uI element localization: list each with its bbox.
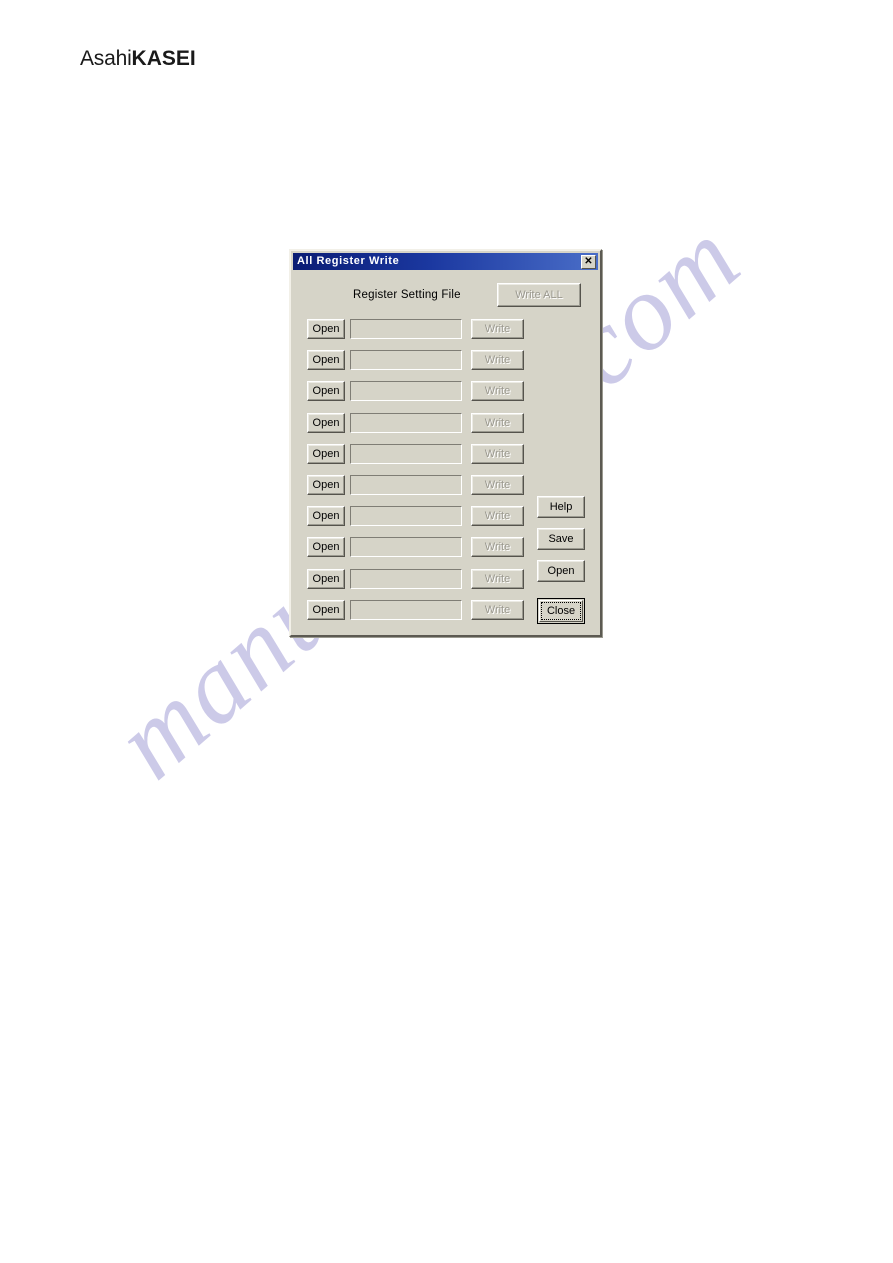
logo-text-light: Asahi: [80, 47, 132, 70]
row-6-write-button: Write: [471, 475, 524, 495]
row-7-open-button[interactable]: Open: [307, 506, 345, 526]
row-4-write-button: Write: [471, 413, 524, 433]
row-9-open-button[interactable]: Open: [307, 569, 345, 589]
row-8-write-button: Write: [471, 537, 524, 557]
help-button[interactable]: Help: [537, 496, 585, 518]
dialog-title: All Register Write: [297, 255, 400, 267]
row-2-open-button[interactable]: Open: [307, 350, 345, 370]
close-icon: ✕: [584, 255, 593, 267]
row-1-file-path-input[interactable]: [350, 319, 462, 339]
row-9-file-path-input[interactable]: [350, 569, 462, 589]
row-1-write-button: Write: [471, 319, 524, 339]
row-5-file-path-input[interactable]: [350, 444, 462, 464]
row-2-file-path-input[interactable]: [350, 350, 462, 370]
row-4-open-button[interactable]: Open: [307, 413, 345, 433]
save-button[interactable]: Save: [537, 528, 585, 550]
row-4-file-path-input[interactable]: [350, 413, 462, 433]
row-3-open-button[interactable]: Open: [307, 381, 345, 401]
open-button[interactable]: Open: [537, 560, 585, 582]
close-window-button[interactable]: ✕: [581, 254, 596, 269]
row-3-write-button: Write: [471, 381, 524, 401]
row-6-open-button[interactable]: Open: [307, 475, 345, 495]
logo-text-bold: KASEI: [131, 47, 196, 70]
row-8-open-button[interactable]: Open: [307, 537, 345, 557]
close-button-label: Close: [546, 605, 576, 617]
row-7-file-path-input[interactable]: [350, 506, 462, 526]
row-1-open-button[interactable]: Open: [307, 319, 345, 339]
row-10-write-button: Write: [471, 600, 524, 620]
dialog-titlebar[interactable]: All Register Write ✕: [293, 253, 598, 270]
row-10-open-button[interactable]: Open: [307, 600, 345, 620]
asahi-kasei-logo: AsahiKASEI: [80, 47, 196, 71]
row-9-write-button: Write: [471, 569, 524, 589]
close-button[interactable]: Close: [537, 598, 585, 624]
row-2-write-button: Write: [471, 350, 524, 370]
row-6-file-path-input[interactable]: [350, 475, 462, 495]
row-8-file-path-input[interactable]: [350, 537, 462, 557]
row-5-open-button[interactable]: Open: [307, 444, 345, 464]
write-all-button: Write ALL: [497, 283, 581, 307]
row-5-write-button: Write: [471, 444, 524, 464]
register-setting-file-label: Register Setting File: [353, 289, 461, 301]
row-3-file-path-input[interactable]: [350, 381, 462, 401]
row-10-file-path-input[interactable]: [350, 600, 462, 620]
row-7-write-button: Write: [471, 506, 524, 526]
